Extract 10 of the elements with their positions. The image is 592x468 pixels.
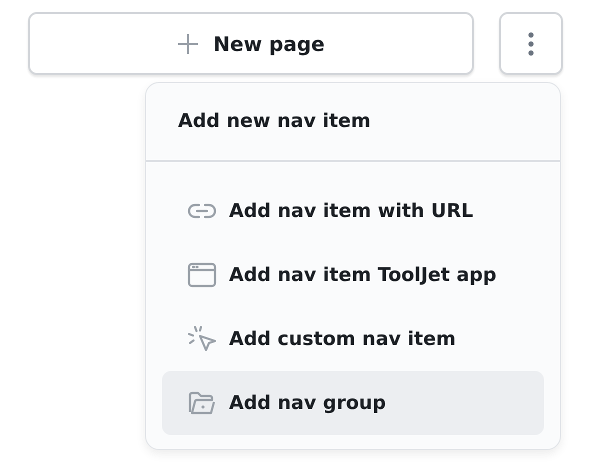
menu-item[interactable]: Add nav item with URL (162, 178, 544, 242)
vertical-dots-icon (528, 32, 534, 56)
menu-item[interactable]: Add nav item ToolJet app (162, 242, 544, 306)
menu-item[interactable]: Add custom nav item (162, 306, 544, 370)
menu-header: Add new nav item (177, 109, 372, 133)
more-options-button[interactable] (499, 12, 563, 75)
plus-icon (177, 32, 200, 54)
new-page-button[interactable]: New page (28, 12, 474, 75)
menu-item[interactable]: Add nav group (162, 370, 544, 434)
cursor-click-icon (187, 324, 217, 354)
